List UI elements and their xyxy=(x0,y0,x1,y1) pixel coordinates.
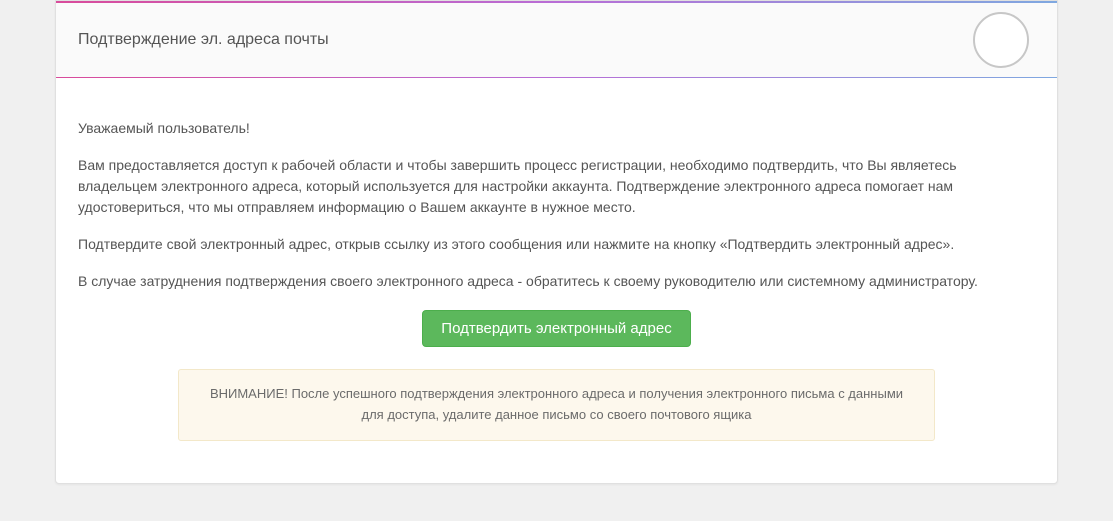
card-header: Подтверждение эл. адреса почты xyxy=(56,3,1057,77)
confirm-paragraph: Подтвердите свой электронный адрес, откр… xyxy=(78,234,1035,255)
card-content: Уважаемый пользователь! Вам предоставляе… xyxy=(56,78,1057,483)
trouble-paragraph: В случае затруднения подтверждения своег… xyxy=(78,271,1035,292)
confirmation-card: Подтверждение эл. адреса почты Уважаемый… xyxy=(55,0,1058,484)
access-paragraph: Вам предоставляется доступ к рабочей обл… xyxy=(78,155,1035,218)
loading-spinner-icon xyxy=(973,12,1029,68)
button-wrapper: Подтвердить электронный адрес xyxy=(78,310,1035,347)
greeting-text: Уважаемый пользователь! xyxy=(78,118,1035,139)
warning-box: ВНИМАНИЕ! После успешного подтверждения … xyxy=(178,369,935,441)
confirm-email-button[interactable]: Подтвердить электронный адрес xyxy=(422,310,690,347)
header-title: Подтверждение эл. адреса почты xyxy=(78,31,1035,49)
